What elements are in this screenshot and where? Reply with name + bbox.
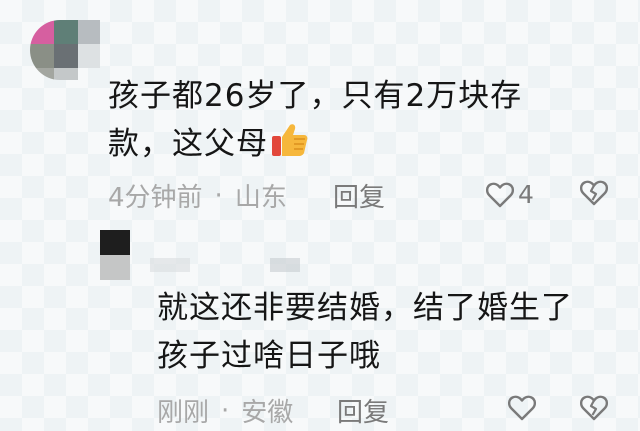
avatar[interactable] <box>100 230 130 280</box>
broken-heart-icon <box>580 180 608 206</box>
heart-outline-icon <box>508 395 536 421</box>
location: 安徽 <box>241 398 294 428</box>
username-redacted <box>150 258 350 272</box>
separator: · <box>214 180 223 211</box>
reply-meta: 刚刚 · 安徽 <box>157 392 293 429</box>
heart-outline-icon <box>486 182 514 208</box>
avatar[interactable] <box>30 20 100 80</box>
comment-text-line: 孩子都26岁了，只有2万块存 <box>108 78 523 114</box>
dislike-button[interactable] <box>580 395 608 421</box>
reply-text: 就这还非要结婚，结了婚生了 孩子过啥日子哦 <box>157 284 627 380</box>
timestamp: 4分钟前 <box>108 183 203 213</box>
reply-text-line: 孩子过啥日子哦 <box>157 338 381 374</box>
comment-item: 孩子都26岁了，只有2万块存 款，这父母 4分钟前 · 山东 回复 4 <box>0 0 640 215</box>
like-count: 4 <box>518 180 534 209</box>
comment-text-tail: 款，这父母 <box>108 126 268 162</box>
comment-text-line: 款，这父母 <box>108 120 628 174</box>
reply-button[interactable]: 回复 <box>333 177 385 214</box>
location: 山东 <box>234 183 287 213</box>
reply-button[interactable]: 回复 <box>337 392 389 429</box>
like-button[interactable]: 4 <box>486 180 534 209</box>
thumbs-up-emoji-icon <box>270 120 310 174</box>
timestamp: 刚刚 <box>157 398 210 428</box>
dislike-button[interactable] <box>580 180 608 206</box>
reply-text-line: 就这还非要结婚，结了婚生了 <box>157 290 573 326</box>
separator: · <box>221 395 230 426</box>
like-button[interactable] <box>508 395 536 421</box>
comment-text: 孩子都26岁了，只有2万块存 款，这父母 <box>108 72 628 174</box>
comment-meta: 4分钟前 · 山东 <box>108 177 287 214</box>
broken-heart-icon <box>580 395 608 421</box>
